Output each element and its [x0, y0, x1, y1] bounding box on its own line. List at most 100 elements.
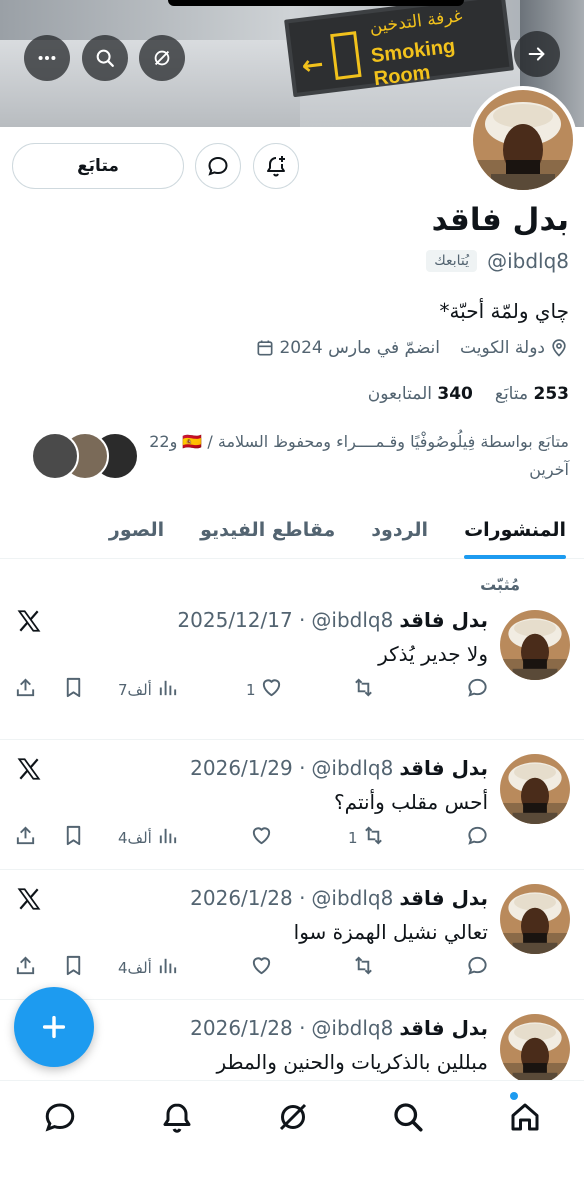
tab-videos[interactable]: مقاطع الفيديو	[182, 500, 353, 559]
post-actions: 4ألف 1	[14, 824, 490, 854]
messages-icon	[45, 1103, 75, 1132]
tab-label: الردود	[371, 518, 429, 541]
more-button[interactable]	[24, 35, 70, 81]
reply-icon	[466, 954, 489, 981]
bookmark-button[interactable]	[62, 676, 85, 703]
x-logo-icon	[16, 756, 42, 782]
post-header: بدل فاقد @ibdlq8 2025/12/17 ·	[177, 608, 488, 632]
followed-by-text: متابَع بواسطة فِيلُوصُوفْيًا وقـمــــراء…	[149, 432, 569, 479]
post-avatar[interactable]	[500, 754, 570, 824]
bookmark-icon	[62, 676, 85, 703]
post-author-name[interactable]: بدل فاقد	[399, 608, 488, 632]
views-icon	[156, 676, 179, 703]
tab-replies[interactable]: الردود	[353, 500, 446, 559]
compose-button[interactable]	[14, 987, 94, 1067]
post-author-handle[interactable]: @ibdlq8	[311, 756, 393, 780]
profile-handle: @ibdlq8	[487, 249, 569, 273]
views-button[interactable]: 4ألف	[118, 954, 179, 981]
notifications-button[interactable]	[253, 143, 299, 189]
followed-by-row[interactable]: متابَع بواسطة فِيلُوصُوفْيًا وقـمــــراء…	[29, 428, 569, 484]
bookmark-button[interactable]	[62, 824, 85, 851]
nav-messages[interactable]	[42, 1099, 78, 1135]
share-button[interactable]	[14, 676, 37, 703]
home-icon	[511, 1103, 539, 1131]
post-author-handle[interactable]: @ibdlq8	[311, 608, 393, 632]
tab-label: المنشورات	[464, 518, 566, 541]
reply-icon	[466, 676, 489, 703]
x-logo-icon	[16, 886, 42, 912]
post-avatar[interactable]	[500, 610, 570, 680]
post-date[interactable]: 2026/1/28 ·	[190, 1016, 305, 1040]
profile-avatar[interactable]	[469, 86, 577, 194]
repost-icon	[352, 676, 375, 703]
repost-button[interactable]	[348, 954, 375, 981]
followers-label: المتابعون	[367, 384, 432, 404]
profile-meta: دولة الكويت انضمّ في مارس 2024	[255, 338, 569, 358]
nav-home[interactable]	[507, 1099, 543, 1135]
nav-grok[interactable]	[275, 1099, 311, 1135]
post-actions: 4ألف	[14, 954, 490, 984]
sign-symbol-icon	[330, 31, 362, 80]
search-button[interactable]	[82, 35, 128, 81]
post-author-name[interactable]: بدل فاقد	[399, 886, 488, 910]
post-author-name[interactable]: بدل فاقد	[399, 756, 488, 780]
share-icon	[14, 824, 37, 851]
nav-search[interactable]	[390, 1099, 426, 1135]
location-text: دولة الكويت	[460, 338, 545, 358]
post[interactable]: بدل فاقد @ibdlq8 2026/1/29 · أحس مقلب وأنتم…	[0, 740, 584, 870]
home-unread-dot	[510, 1092, 518, 1100]
repost-icon	[352, 954, 375, 981]
following-button[interactable]: متابَع	[12, 143, 184, 189]
reply-button[interactable]	[466, 954, 493, 981]
views-button[interactable]: 7ألف	[118, 676, 179, 703]
repost-button[interactable]: 1	[348, 824, 385, 851]
grok-icon	[279, 1103, 307, 1131]
sign-arrow-icon: ←	[300, 49, 326, 82]
message-button[interactable]	[195, 143, 241, 189]
post-date[interactable]: 2026/1/29 ·	[190, 756, 305, 780]
post-text: مبللين بالذكريات والحنين والمطر	[216, 1050, 488, 1074]
tab-posts[interactable]: المنشورات	[446, 500, 584, 559]
repost-button[interactable]	[348, 676, 375, 703]
bottom-nav	[0, 1080, 584, 1200]
like-button[interactable]	[246, 954, 273, 981]
sign-arabic-text: غرفة التدخين	[368, 6, 464, 38]
post-date[interactable]: 2026/1/28 ·	[190, 886, 305, 910]
reply-button[interactable]	[466, 676, 493, 703]
reply-button[interactable]	[466, 824, 493, 851]
post-avatar[interactable]	[500, 1014, 570, 1084]
plus-icon	[42, 1015, 66, 1039]
post-author-handle[interactable]: @ibdlq8	[311, 886, 393, 910]
sign-english-text: Smoking Room	[369, 35, 457, 91]
grok-button[interactable]	[139, 35, 185, 81]
followers-count: 340	[437, 384, 473, 404]
like-button[interactable]: 1	[246, 676, 283, 703]
profile-name: بدل فاقد	[431, 202, 569, 238]
share-button[interactable]	[14, 824, 37, 851]
nav-notifications[interactable]	[159, 1099, 195, 1135]
like-button[interactable]	[246, 824, 273, 851]
views-button[interactable]: 4ألف	[118, 824, 179, 851]
repost-icon	[362, 824, 385, 851]
post-text: تعالي نشيل الهمزة سوا	[293, 920, 488, 944]
post-author-handle[interactable]: @ibdlq8	[311, 1016, 393, 1040]
share-icon	[14, 676, 37, 703]
tab-photos[interactable]: الصور	[91, 500, 182, 559]
pinned-text: مُثبّت	[480, 575, 520, 594]
followers-count-link[interactable]: 340 المتابعون	[368, 384, 473, 404]
profile-bio: چاي ولمّة أحبّة*	[439, 299, 569, 323]
post[interactable]: بدل فاقد @ibdlq8 2026/1/28 · تعالي نشيل اله…	[0, 870, 584, 1000]
post-actions: 7ألف 1	[14, 676, 490, 706]
post-author-name[interactable]: بدل فاقد	[399, 1016, 488, 1040]
share-button[interactable]	[14, 954, 37, 981]
following-count: 253	[533, 384, 570, 404]
post[interactable]: بدل فاقد @ibdlq8 2025/12/17 · ولا جدير يُذك…	[0, 600, 584, 740]
post-date[interactable]: 2025/12/17 ·	[177, 608, 305, 632]
device-notch	[168, 0, 464, 6]
back-button[interactable]	[514, 31, 560, 77]
handle-row: @ibdlq8 يُتابعك	[426, 249, 569, 273]
bookmark-button[interactable]	[62, 954, 85, 981]
heart-icon	[250, 824, 273, 851]
post-avatar[interactable]	[500, 884, 570, 954]
following-count-link[interactable]: 253 متابَع	[495, 384, 569, 404]
